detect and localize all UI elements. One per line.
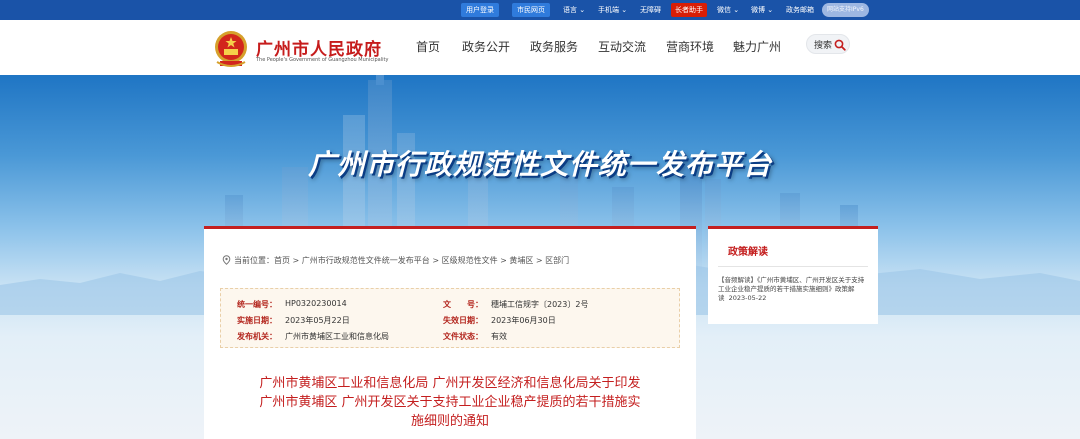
site-header: 广州市人民政府 The People's Government of Guang… (0, 20, 1080, 75)
document-meta-box: 统一编号： HP0320230014 文 号： 穗埔工信规字〔2023〕2号 实… (220, 288, 680, 348)
search-icon (834, 39, 846, 51)
meta-issuer-label: 发布机关： (237, 332, 277, 341)
document-title-line: 施细则的通知 (410, 414, 489, 429)
site-logo-subtitle: The People's Government of Guangzhou Mun… (256, 57, 389, 63)
meta-impl-label: 实施日期： (237, 316, 277, 325)
platform-title: 广州市行政规范性文件统一发布平台 (307, 148, 772, 181)
weibo-menu[interactable]: 微博 ⌄ (751, 3, 773, 17)
breadcrumb-text[interactable]: 当前位置：首页 > 广州市行政规范性文件统一发布平台 > 区级规范性文件 > 黄… (234, 256, 569, 265)
meta-code-value: HP0320230014 (285, 299, 347, 308)
location-pin-icon (222, 255, 231, 265)
meta-issuer-value: 广州市黄埔区工业和信息化局 (285, 332, 389, 341)
breadcrumb: 当前位置：首页 > 广州市行政规范性文件统一发布平台 > 区级规范性文件 > 黄… (222, 255, 569, 266)
language-menu[interactable]: 语言 ⌄ (563, 3, 585, 17)
meta-expire-label: 失效日期： (443, 316, 483, 325)
meta-expire-value: 2023年06月30日 (491, 316, 556, 325)
search-label: 搜索 (814, 41, 833, 51)
panel-heading: 政策解读 (728, 247, 768, 258)
chevron-down-icon: ⌄ (579, 6, 586, 14)
document-title-line: 广州市黄埔区 广州开发区关于支持工业企业稳产提质的若干措施实 (259, 395, 641, 410)
accessible-link[interactable]: 无障碍 (640, 3, 661, 17)
wechat-menu[interactable]: 微信 ⌄ (717, 3, 739, 17)
citizen-page-button[interactable]: 市民网页 (512, 3, 550, 17)
elder-assistant-button[interactable]: 长者助手 (671, 3, 707, 17)
search-button[interactable]: 搜索 (806, 34, 850, 54)
nav-interaction[interactable]: 互动交流 (598, 38, 646, 55)
nav-charm-guangzhou[interactable]: 魅力广州 (733, 38, 781, 55)
document-card: 当前位置：首页 > 广州市行政规范性文件统一发布平台 > 区级规范性文件 > 黄… (204, 226, 696, 439)
meta-status-label: 文件状态： (443, 332, 483, 341)
meta-code-label: 统一编号： (237, 300, 277, 309)
policy-item-date: 2023-05-22 (728, 294, 767, 302)
national-emblem-icon (215, 31, 247, 67)
nav-business-env[interactable]: 营商环境 (666, 38, 714, 55)
mobile-menu[interactable]: 手机端 ⌄ (598, 3, 627, 17)
chevron-down-icon: ⌄ (767, 6, 774, 14)
nav-gov-services[interactable]: 政务服务 (530, 38, 578, 55)
nav-home[interactable]: 首页 (416, 38, 440, 55)
top-bar: 用户登录 市民网页 语言 ⌄ 手机端 ⌄ 无障碍 长者助手 微信 ⌄ 微博 ⌄ … (0, 0, 1080, 20)
gov-mail-link[interactable]: 政务邮箱 (786, 3, 814, 17)
document-title-line: 广州市黄埔区工业和信息化局 广州开发区经济和信息化局关于印发 (259, 376, 641, 391)
chevron-down-icon: ⌄ (733, 6, 740, 14)
policy-interpretation-panel: 政策解读 【音频解读】《广州市黄埔区、广州开发区关于支持工业企业稳产提质的若干措… (708, 226, 878, 324)
policy-item-link[interactable]: 【音频解读】《广州市黄埔区、广州开发区关于支持工业企业稳产提质的若干措施实施细则… (718, 276, 870, 303)
meta-impl-value: 2023年05月22日 (285, 316, 350, 325)
ipv6-badge: 网站支持IPv6 (822, 3, 869, 17)
meta-docno-label: 文 号： (443, 300, 483, 309)
meta-docno-value: 穗埔工信规字〔2023〕2号 (491, 300, 589, 309)
user-login-button[interactable]: 用户登录 (461, 3, 499, 17)
panel-divider (718, 266, 868, 267)
meta-status-value: 有效 (491, 332, 507, 341)
document-title: 广州市黄埔区工业和信息化局 广州开发区经济和信息化局关于印发 广州市黄埔区 广州… (244, 374, 656, 431)
chevron-down-icon: ⌄ (621, 6, 628, 14)
nav-gov-affairs-open[interactable]: 政务公开 (462, 38, 510, 55)
